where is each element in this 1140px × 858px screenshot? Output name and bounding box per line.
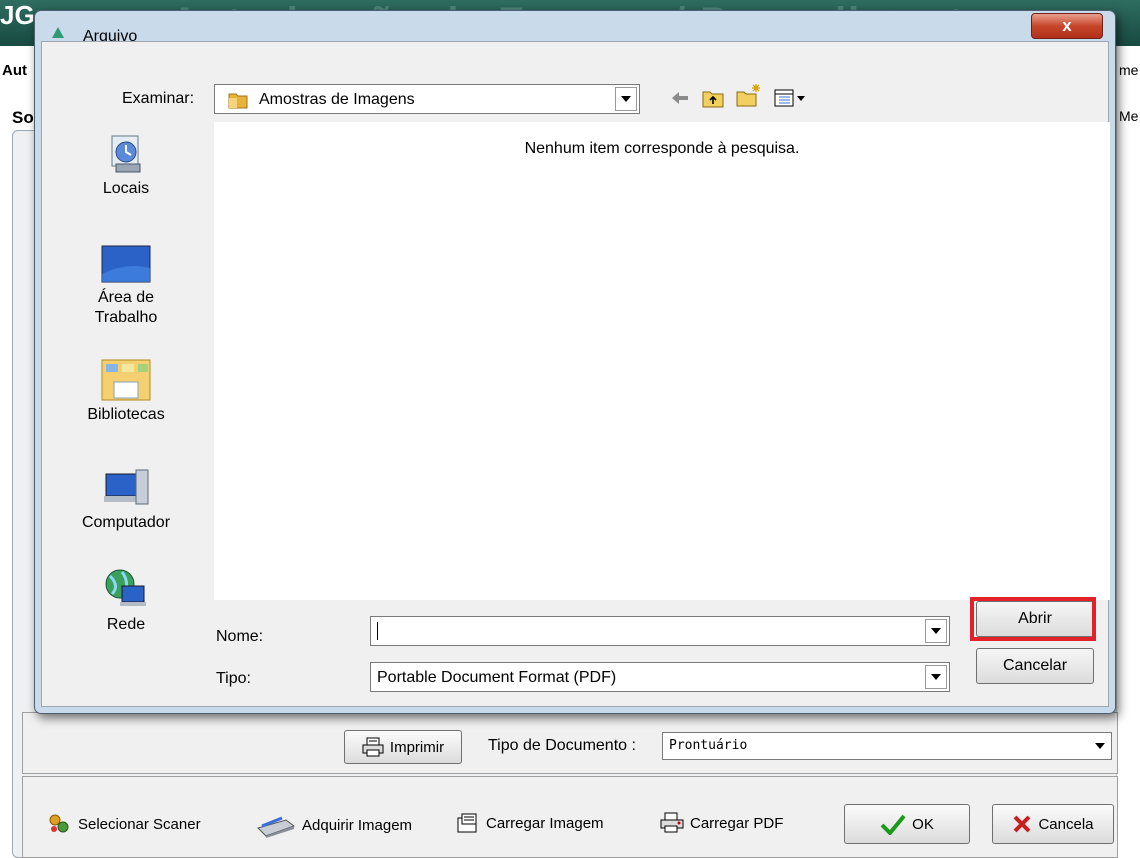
checkmark-icon: [880, 814, 906, 835]
chevron-down-icon[interactable]: [925, 619, 947, 643]
scanner-icon: [257, 816, 296, 838]
place-libraries-label: Bibliotecas: [87, 406, 165, 423]
file-type-value: Portable Document Format (PDF): [377, 669, 617, 686]
app-fragment-left-2: So: [12, 108, 34, 127]
load-image-button[interactable]: Carregar Imagem: [456, 812, 604, 834]
look-in-select[interactable]: Amostras de Imagens: [214, 84, 640, 114]
place-libraries[interactable]: Bibliotecas: [42, 358, 210, 424]
up-folder-icon[interactable]: [702, 88, 724, 108]
chevron-down-icon[interactable]: [1089, 733, 1111, 759]
place-desktop-label-line1: Área de Trabalho: [94, 289, 158, 326]
cancel-button[interactable]: Cancelar: [976, 648, 1094, 684]
place-network[interactable]: Rede: [42, 566, 210, 634]
file-list[interactable]: Nenhum item corresponde à pesquisa.: [214, 122, 1110, 600]
ok-button[interactable]: OK: [844, 804, 970, 844]
libraries-icon: [101, 359, 151, 401]
close-button[interactable]: x: [1031, 13, 1103, 39]
printer-icon: [362, 737, 384, 757]
x-icon: [1014, 815, 1031, 833]
new-folder-icon[interactable]: [736, 82, 762, 108]
load-pdf-button[interactable]: Carregar PDF: [660, 812, 783, 834]
open-button-highlight: [970, 597, 1096, 641]
computer-icon: [104, 469, 149, 505]
place-desktop[interactable]: Área de Trabalho: [42, 244, 210, 328]
load-pdf-label: Carregar PDF: [690, 814, 784, 832]
place-network-label: Rede: [106, 616, 146, 633]
dialog-body: Examinar: Amostras de Imagens Locais Áre…: [41, 41, 1110, 707]
chevron-down-icon[interactable]: [925, 665, 947, 689]
folder-icon: [228, 93, 248, 109]
cancel-app-button-label: Cancela: [1038, 815, 1094, 833]
print-button-label: Imprimir: [389, 738, 445, 756]
place-computer[interactable]: Computador: [42, 466, 210, 532]
load-image-label: Carregar Imagem: [486, 814, 604, 832]
document-type-select[interactable]: Prontuário: [662, 732, 1112, 760]
place-recent[interactable]: Locais: [42, 132, 210, 198]
document-type-label: Tipo de Documento :: [488, 737, 636, 754]
select-scanner-button[interactable]: Selecionar Scaner: [46, 812, 201, 836]
network-icon: [105, 569, 146, 606]
look-in-value: Amostras de Imagens: [259, 91, 415, 108]
file-name-input[interactable]: [370, 616, 950, 646]
place-recent-label: Locais: [102, 180, 150, 197]
load-image-icon: [457, 813, 477, 833]
print-button[interactable]: Imprimir: [344, 730, 462, 764]
load-pdf-icon: [660, 812, 684, 833]
desktop-icon: [101, 245, 151, 283]
app-fragment-right-1: me: [1119, 62, 1139, 78]
file-type-select[interactable]: Portable Document Format (PDF): [370, 662, 950, 692]
file-type-label: Tipo:: [216, 670, 251, 687]
places-bar: Locais Área de Trabalho Bibliotecas Comp…: [42, 122, 210, 682]
acquire-image-button[interactable]: Adquirir Imagem: [256, 812, 412, 838]
app-fragment-left-1: Aut: [2, 62, 27, 79]
document-type-value: Prontuário: [669, 738, 748, 753]
ok-button-label: OK: [912, 815, 934, 833]
recent-places-icon: [111, 135, 141, 173]
app-logo: JG: [0, 0, 35, 30]
acquire-image-label: Adquirir Imagem: [302, 816, 413, 834]
chevron-down-icon[interactable]: [615, 87, 637, 111]
text-caret: [377, 622, 378, 640]
file-open-dialog: Arquivo x Examinar: Amostras de Imagens: [34, 10, 1116, 714]
cancel-app-button[interactable]: Cancela: [992, 804, 1114, 844]
place-computer-label: Computador: [81, 514, 171, 531]
view-menu-icon[interactable]: [774, 88, 808, 108]
scanner-select-icon: [49, 814, 69, 833]
app-leaf-icon: [52, 27, 64, 38]
app-fragment-right-2: Me: [1119, 108, 1139, 124]
empty-message: Nenhum item corresponde à pesquisa.: [524, 140, 800, 157]
back-arrow-icon[interactable]: [670, 88, 690, 108]
app-right-edge: me Me: [1116, 46, 1140, 858]
file-name-label: Nome:: [216, 628, 264, 645]
select-scanner-label: Selecionar Scaner: [78, 815, 201, 833]
look-in-label: Examinar:: [122, 90, 195, 107]
